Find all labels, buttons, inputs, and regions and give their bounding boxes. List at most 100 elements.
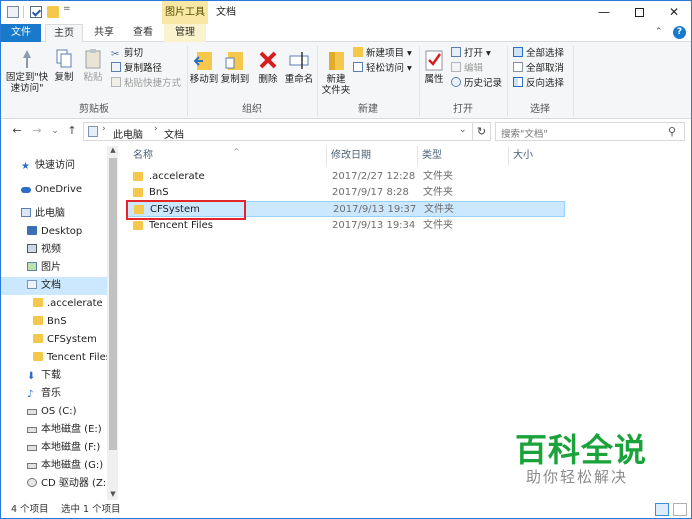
minimize-button[interactable]: —	[586, 1, 622, 24]
help-icon[interactable]: ?	[673, 26, 686, 39]
invert-selection-label: 反向选择	[526, 78, 565, 89]
back-button[interactable]: ←	[10, 124, 24, 138]
sidebar-item-quick-access[interactable]: ★ 快速访问	[1, 157, 107, 175]
scroll-up-icon[interactable]: ▲	[108, 146, 118, 154]
sidebar-item-this-pc[interactable]: 此电脑	[1, 205, 107, 223]
computer-icon	[21, 208, 31, 217]
large-icons-view-icon[interactable]	[673, 503, 687, 516]
pin-icon	[23, 50, 31, 68]
file-name: Tencent Files	[149, 220, 213, 231]
new-item-icon	[353, 47, 363, 57]
easy-access-button[interactable]: 轻松访问 ▾	[353, 62, 412, 76]
sidebar-item-downloads[interactable]: ⬇ 下载	[1, 367, 107, 385]
rename-label: 重命名	[284, 74, 314, 85]
invert-selection-button[interactable]: 反向选择	[513, 77, 564, 91]
sidebar-item-pictures[interactable]: 图片	[1, 259, 107, 277]
open-button[interactable]: 打开 ▾	[451, 47, 491, 61]
copy-button[interactable]: 复制	[51, 48, 77, 83]
move-to-button[interactable]: 移动到	[189, 48, 219, 85]
quick-access-dropdown[interactable]: =	[63, 4, 73, 14]
sidebar-item-drive-f[interactable]: 本地磁盘 (F:)	[1, 439, 107, 457]
ribbon-tabs: 文件 主页 共享 查看 管理 ⌃ ?	[1, 24, 691, 43]
tab-manage[interactable]: 管理	[164, 24, 206, 42]
sidebar-item-onedrive[interactable]: OneDrive	[1, 181, 107, 199]
collapse-ribbon-icon[interactable]: ⌃	[655, 27, 667, 37]
copy-to-button[interactable]: 复制到	[219, 48, 251, 85]
search-input[interactable]: 搜索"文档" ⚲	[495, 122, 685, 141]
file-type: 文件夹	[423, 171, 453, 182]
cut-button[interactable]: ✂ 剪切	[111, 47, 143, 61]
file-row[interactable]: BnS 2017/9/17 8:28 文件夹	[127, 185, 565, 201]
ribbon: 固定到"快速访问" 复制 粘贴 ✂ 剪切 复制路径 粘贴快捷方式 剪贴板 移动到 …	[1, 42, 691, 119]
sidebar-item-drive-g[interactable]: 本地磁盘 (G:)	[1, 457, 107, 475]
tab-view[interactable]: 查看	[125, 24, 161, 42]
file-modified: 2017/9/13 19:34	[332, 220, 416, 231]
breadcrumb-item[interactable]: 文档	[164, 126, 184, 141]
pin-to-quick-access-button[interactable]: 固定到"快速访问"	[5, 48, 49, 94]
properties-button[interactable]: 属性	[421, 48, 447, 85]
checkbox-icon[interactable]	[30, 6, 42, 18]
recent-locations-button[interactable]: ⌄	[48, 124, 62, 138]
sidebar-item-label: 本地磁盘 (G:)	[41, 460, 104, 471]
file-row[interactable]: .accelerate 2017/2/27 12:28 文件夹	[127, 169, 565, 185]
address-dropdown-icon[interactable]: ⌄	[459, 125, 467, 135]
copy-path-button[interactable]: 复制路径	[111, 62, 162, 76]
rename-button[interactable]: 重命名	[283, 48, 315, 85]
file-row[interactable]: Tencent Files 2017/9/13 19:34 文件夹	[127, 218, 565, 234]
sidebar-item-drive-e[interactable]: 本地磁盘 (E:)	[1, 421, 107, 439]
tab-share[interactable]: 共享	[86, 24, 122, 42]
close-button[interactable]: ✕	[656, 1, 691, 24]
new-item-button[interactable]: 新建项目 ▾	[353, 47, 412, 61]
column-header-size[interactable]: 大小	[509, 146, 569, 166]
new-folder-icon[interactable]	[47, 6, 59, 18]
sidebar-item-music[interactable]: ♪ 音乐	[1, 385, 107, 403]
tab-file[interactable]: 文件	[1, 24, 41, 42]
up-button[interactable]: ↑	[65, 124, 79, 138]
select-all-button[interactable]: 全部选择	[513, 47, 564, 61]
refresh-button[interactable]: ↻	[473, 122, 491, 141]
file-name: .accelerate	[149, 171, 205, 182]
breadcrumb-separator[interactable]: ›	[102, 124, 106, 134]
folder-icon	[133, 172, 143, 181]
drive-icon	[27, 427, 37, 433]
sidebar-item-accelerate[interactable]: .accelerate	[1, 295, 107, 313]
sidebar-item-tencent-files[interactable]: Tencent Files	[1, 349, 111, 367]
address-bar[interactable]: › 此电脑 › 文档 ⌄	[83, 122, 473, 141]
sidebar-item-videos[interactable]: 视频	[1, 241, 107, 259]
sidebar-item-cfsystem[interactable]: CFSystem	[1, 331, 107, 349]
tab-home[interactable]: 主页	[45, 24, 83, 43]
new-folder-button[interactable]: 新建 文件夹	[319, 48, 353, 96]
file-modified: 2017/9/17 8:28	[332, 187, 409, 198]
sidebar-item-desktop[interactable]: Desktop	[1, 223, 107, 241]
select-none-button[interactable]: 全部取消	[513, 62, 564, 76]
sidebar-item-drive-c[interactable]: OS (C:)	[1, 403, 107, 421]
sidebar-scrollbar-thumb[interactable]	[109, 158, 117, 450]
sidebar-item-documents[interactable]: 文档	[1, 277, 107, 295]
column-header-type[interactable]: 类型	[418, 146, 508, 166]
maximize-button[interactable]	[621, 1, 657, 24]
quick-access-divider	[23, 6, 24, 18]
history-button[interactable]: 历史记录	[451, 77, 502, 91]
delete-button[interactable]: 删除	[255, 48, 281, 85]
details-view-icon[interactable]	[655, 503, 669, 516]
file-type: 文件夹	[423, 187, 453, 198]
properties-icon[interactable]	[7, 6, 19, 18]
column-label: 名称	[133, 150, 153, 161]
invert-selection-icon	[513, 77, 523, 87]
edit-button[interactable]: 编辑	[451, 62, 483, 76]
breadcrumb-separator[interactable]: ›	[154, 124, 158, 134]
sort-ascending-icon: ^	[233, 147, 240, 156]
sidebar-item-label: 图片	[41, 262, 61, 273]
sidebar-item-drive-z[interactable]: CD 驱动器 (Z:)	[1, 475, 110, 493]
paste-button[interactable]: 粘贴	[81, 48, 105, 83]
scroll-down-icon[interactable]: ▼	[108, 490, 118, 498]
column-header-modified[interactable]: 修改日期	[327, 146, 417, 166]
breadcrumb-item[interactable]: 此电脑	[113, 126, 143, 141]
open-icon	[451, 47, 461, 57]
new-item-label: 新建项目 ▾	[366, 48, 412, 59]
drive-icon	[27, 409, 37, 415]
paste-shortcut-button[interactable]: 粘贴快捷方式	[111, 77, 181, 91]
sidebar-item-bns[interactable]: BnS	[1, 313, 107, 331]
column-header-name[interactable]: 名称 ^	[129, 146, 325, 166]
forward-button[interactable]: →	[30, 124, 44, 138]
